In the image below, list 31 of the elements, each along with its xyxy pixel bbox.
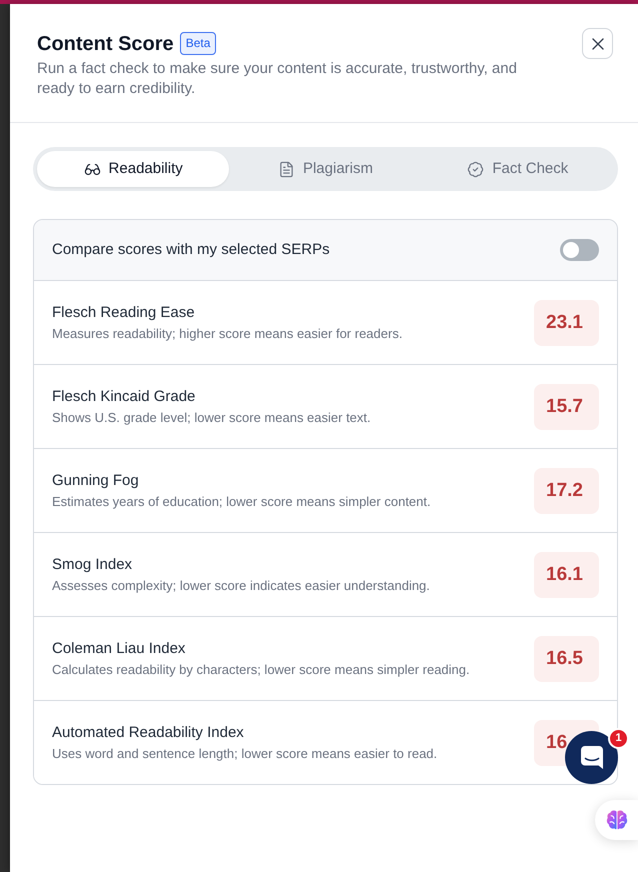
beta-badge: Beta (180, 32, 216, 55)
panel-title: Content Score (37, 32, 174, 56)
metric-description: Estimates years of education; lower score means simpler content. (52, 492, 432, 510)
brain-icon (606, 810, 628, 830)
metric-name: Flesch Reading Ease (52, 302, 196, 322)
document-icon (278, 160, 295, 178)
tab[interactable]: Plagiarism (229, 151, 422, 187)
tab[interactable]: Readability (37, 151, 230, 187)
metric-name: Smog Index (52, 554, 134, 574)
metric-name: Gunning Fog (52, 470, 140, 490)
metric-description: Uses word and sentence length; lower score means easier to read. (52, 744, 438, 762)
metric-description: Measures readability; higher score means easier for readers. (52, 324, 404, 342)
ai-assistant-button[interactable] (595, 800, 638, 840)
metric-description: Assesses complexity; lower score indicates easier understanding. (52, 576, 431, 594)
tab[interactable]: Fact Check (422, 151, 614, 187)
close-button[interactable] (582, 28, 613, 59)
panel-subtitle: Run a fact check to make sure your content is accurate, trustworthy, and ready to earn credibility. (37, 59, 518, 99)
score-badge: 23.1 (534, 300, 599, 346)
metric-name: Flesch Kincaid Grade (52, 386, 196, 406)
compare-label: Compare scores with my selected SERPs (52, 240, 330, 260)
score-badge: 16.5 (534, 636, 599, 682)
chat-icon (580, 746, 602, 769)
check-badge-icon (467, 160, 484, 178)
compare-toggle[interactable] (560, 239, 599, 261)
score-badge: 16.1 (534, 552, 599, 598)
metric-name: Automated Readability Index (52, 722, 245, 742)
score-badge: 17.2 (534, 468, 599, 514)
score-badge: 15.7 (534, 384, 599, 430)
metric-name: Coleman Liau Index (52, 638, 186, 658)
metric-description: Calculates readability by characters; lower score means simpler reading. (52, 660, 471, 678)
metric-description: Shows U.S. grade level; lower score means easier text. (52, 408, 372, 426)
